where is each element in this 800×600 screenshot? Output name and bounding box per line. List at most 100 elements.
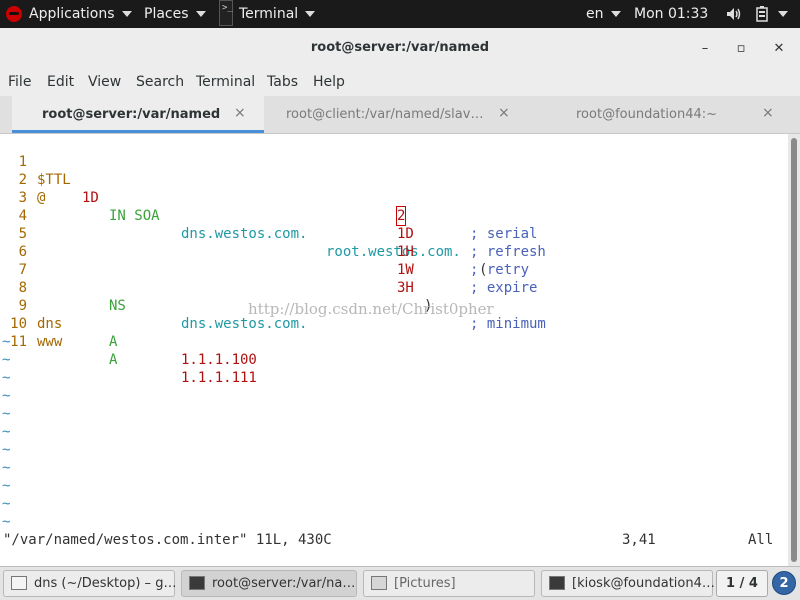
editor-line: 9 dns A 1.1.1.100 xyxy=(0,279,257,368)
soa-value: 1W xyxy=(397,262,414,278)
notification-badge[interactable]: 2 xyxy=(772,571,796,595)
status-cursor-position: 3,41 xyxy=(622,532,656,548)
text-editor-icon xyxy=(11,576,27,590)
menu-search[interactable]: Search xyxy=(136,74,184,90)
window-title: root@server:/var/named xyxy=(310,40,490,55)
places-menu[interactable]: Places xyxy=(144,0,206,28)
comment: ; refresh xyxy=(470,244,546,260)
applications-menu[interactable]: Applications xyxy=(6,0,132,28)
chevron-down-icon xyxy=(778,11,788,17)
task-pictures[interactable]: [Pictures] xyxy=(363,570,535,597)
empty-line-tilde: ~ xyxy=(2,352,11,368)
chevron-down-icon xyxy=(610,11,621,17)
editor-line: 10 www A 1.1.1.111 xyxy=(0,297,257,386)
editor-line: 5 1H ; retry xyxy=(0,207,529,278)
tab-server[interactable]: root@server:/var/named × xyxy=(12,96,264,133)
language-label: en xyxy=(586,6,604,22)
folder-icon xyxy=(371,576,387,590)
editor-line: 11 xyxy=(0,315,34,350)
minimize-button[interactable]: – xyxy=(694,38,716,60)
terminal-view[interactable]: 1 $TTL 1D 2 @ IN SOA dns.westos.com. roo… xyxy=(0,134,788,530)
redhat-logo-icon xyxy=(6,6,22,22)
scrollbar[interactable] xyxy=(788,134,800,566)
tab-foundation[interactable]: root@foundation44:~ × xyxy=(526,96,788,133)
vim-status-line: "/var/named/westos.com.inter" 11L, 430C … xyxy=(0,530,788,566)
maximize-button[interactable]: ▫ xyxy=(730,38,752,60)
empty-line-tilde: ~ xyxy=(2,424,11,440)
menu-file[interactable]: File xyxy=(8,74,31,90)
places-label: Places xyxy=(144,6,189,22)
menu-help[interactable]: Help xyxy=(313,74,345,90)
clock-label: Mon 01:33 xyxy=(634,6,709,22)
empty-line-tilde: ~ xyxy=(2,496,11,512)
record-target: 1.1.1.111 xyxy=(181,370,257,386)
language-indicator[interactable]: en xyxy=(586,0,621,28)
window-titlebar[interactable]: root@server:/var/named – ▫ ✕ xyxy=(0,28,800,70)
tab-close-icon[interactable]: × xyxy=(498,105,510,121)
status-scroll-position: All xyxy=(748,532,774,548)
record-type: A xyxy=(109,334,118,350)
soa-value: 1H xyxy=(397,244,414,260)
chevron-down-icon xyxy=(195,11,206,17)
terminal-app-menu[interactable]: Terminal xyxy=(239,0,316,28)
chevron-down-icon xyxy=(305,11,316,17)
task-label: dns (~/Desktop) – g… xyxy=(34,576,177,591)
menu-bar: File Edit View Search Terminal Tabs Help xyxy=(0,70,800,96)
battery-icon[interactable] xyxy=(756,0,768,28)
empty-line-tilde: ~ xyxy=(2,478,11,494)
menu-view[interactable]: View xyxy=(88,74,121,90)
chevron-down-icon xyxy=(121,11,132,17)
tab-close-icon[interactable]: × xyxy=(762,105,774,121)
editor-line: 1 $TTL 1D xyxy=(0,135,99,206)
workspace-pager[interactable]: 1 / 4 xyxy=(716,570,768,597)
watermark-text: http://blog.csdn.net/Christ0pher xyxy=(248,300,494,318)
editor-line: 4 1D ; refresh xyxy=(0,189,546,260)
taskbar: dns (~/Desktop) – g… root@server:/var/na… xyxy=(0,566,800,600)
soa-value: 1D xyxy=(397,226,414,242)
empty-line-tilde: ~ xyxy=(2,442,11,458)
admin-mail: root.westos.com. xyxy=(326,244,461,260)
tab-label: root@client:/var/named/slav… xyxy=(286,107,484,122)
task-gedit[interactable]: dns (~/Desktop) – g… xyxy=(3,570,177,597)
tab-label: root@foundation44:~ xyxy=(576,107,718,122)
editor-line: 6 1W ; expire xyxy=(0,225,538,296)
record-name: www xyxy=(37,334,63,350)
close-button[interactable]: ✕ xyxy=(768,38,790,60)
empty-line-tilde: ~ xyxy=(2,370,11,386)
empty-line-tilde: ~ xyxy=(2,514,11,530)
clock[interactable]: Mon 01:33 xyxy=(634,0,708,28)
tab-close-icon[interactable]: × xyxy=(234,105,246,121)
comment: ; expire xyxy=(470,280,538,296)
menu-terminal[interactable]: Terminal xyxy=(196,74,255,90)
menu-tabs[interactable]: Tabs xyxy=(267,74,298,90)
ttl-directive: $TTL xyxy=(37,172,71,188)
record-name: dns xyxy=(37,316,63,332)
scrollbar-thumb[interactable] xyxy=(791,138,797,562)
task-terminal-server[interactable]: root@server:/var/na… xyxy=(181,570,357,597)
empty-line-tilde: ~ xyxy=(2,334,11,350)
comment: ; retry xyxy=(470,262,530,278)
record-target: 1.1.1.100 xyxy=(181,352,257,368)
task-label: [kiosk@foundation4… xyxy=(572,576,715,591)
origin-symbol: @ xyxy=(37,190,46,206)
tab-label: root@server:/var/named xyxy=(42,107,221,122)
ttl-value: 1D xyxy=(82,190,99,206)
record-class: IN SOA xyxy=(109,208,160,224)
comment: ; serial xyxy=(470,226,538,242)
empty-line-tilde: ~ xyxy=(2,406,11,422)
tab-client[interactable]: root@client:/var/named/slav… × xyxy=(264,96,526,133)
empty-line-tilde: ~ xyxy=(2,460,11,476)
terminal-icon xyxy=(549,576,565,590)
task-terminal-kiosk[interactable]: [kiosk@foundation4… xyxy=(541,570,715,597)
soa-value: 3H xyxy=(397,280,414,296)
record-type: NS xyxy=(109,298,126,314)
editor-line: 8 NS dns.westos.com. xyxy=(0,261,308,332)
record-type: A xyxy=(109,352,118,368)
editor-line: 3 2 ; serial xyxy=(0,171,538,242)
status-file-info: "/var/named/westos.com.inter" 11L, 430C xyxy=(3,532,332,548)
task-label: [Pictures] xyxy=(394,576,456,591)
menu-edit[interactable]: Edit xyxy=(47,74,74,90)
volume-icon[interactable] xyxy=(726,0,742,28)
system-menu[interactable] xyxy=(778,0,788,28)
terminal-app-icon: >_ xyxy=(219,0,233,26)
